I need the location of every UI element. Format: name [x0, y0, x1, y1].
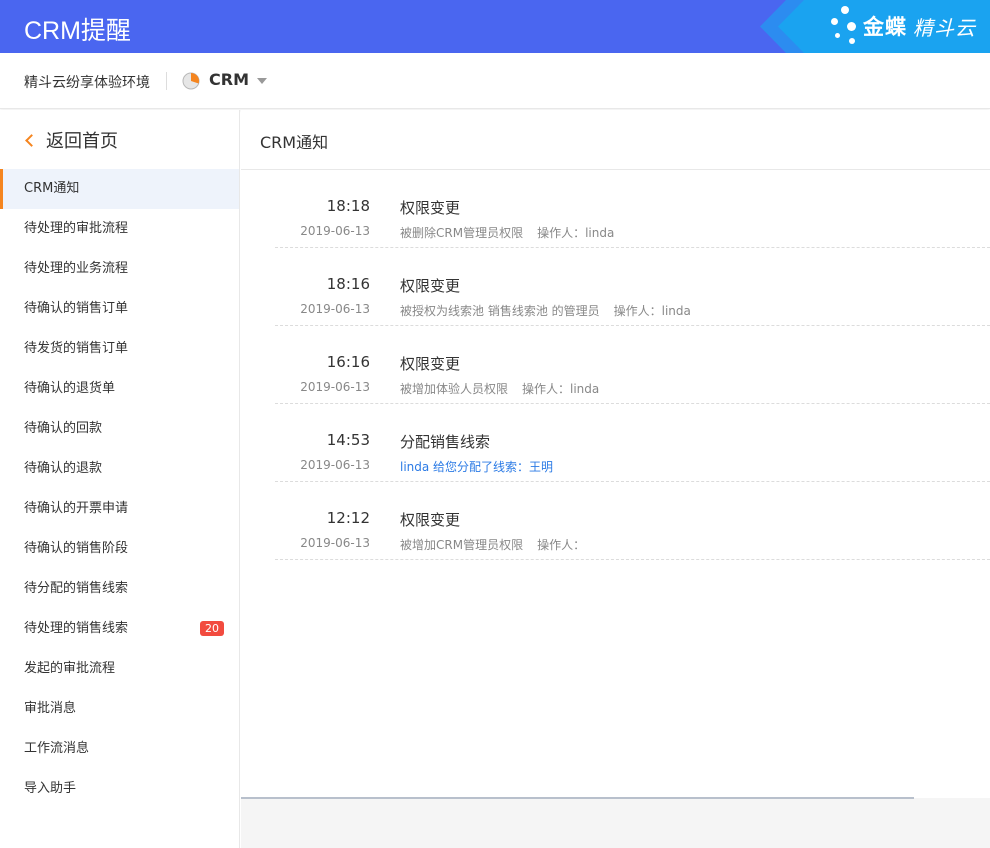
- sidebar-item-confirm-sales-stage[interactable]: 待确认的销售阶段: [0, 529, 239, 569]
- notification-date: 2019-06-13: [300, 458, 370, 472]
- brand-subname: 精斗云: [913, 15, 976, 40]
- notification-operator: 操作人：linda: [613, 304, 691, 318]
- notification-text: 被删除CRM管理员权限: [400, 226, 524, 240]
- notification-time: 12:12: [326, 509, 370, 527]
- notification-operator: 操作人：linda: [522, 382, 600, 396]
- notification-item[interactable]: 12:12 2019-06-13 权限变更 被增加CRM管理员权限 操作人：: [275, 482, 990, 560]
- back-home-link[interactable]: 返回首页: [24, 128, 118, 152]
- sidebar-item-pending-business[interactable]: 待处理的业务流程: [0, 249, 239, 289]
- notification-desc: 被删除CRM管理员权限 操作人：linda: [400, 224, 614, 241]
- sidebar: 返回首页 CRM通知 待处理的审批流程 待处理的业务流程 待确认的销售订单 待发…: [0, 110, 240, 848]
- sidebar-item-process-leads[interactable]: 待处理的销售线索 20: [0, 609, 239, 649]
- sidebar-item-confirm-invoice[interactable]: 待确认的开票申请: [0, 489, 239, 529]
- brand-dots-icon: [831, 6, 861, 46]
- sidebar-item-label: 审批消息: [24, 701, 77, 716]
- notification-date: 2019-06-13: [300, 536, 370, 550]
- sidebar-item-label: 待确认的销售订单: [24, 301, 129, 316]
- notification-item[interactable]: 14:53 2019-06-13 分配销售线索 linda 给您分配了线索：王明: [275, 404, 990, 482]
- sidebar-item-label: 待确认的退货单: [24, 381, 116, 396]
- notification-desc: 被增加CRM管理员权限 操作人：: [400, 536, 585, 553]
- notification-item[interactable]: 18:18 2019-06-13 权限变更 被删除CRM管理员权限 操作人：lin…: [275, 170, 990, 248]
- notification-time: 18:16: [326, 275, 370, 293]
- sidebar-item-confirm-sales-order[interactable]: 待确认的销售订单: [0, 289, 239, 329]
- main-header: CRM通知: [241, 110, 990, 170]
- sidebar-item-confirm-refund[interactable]: 待确认的退款: [0, 449, 239, 489]
- notification-text: 被增加CRM管理员权限: [400, 538, 524, 552]
- notification-item[interactable]: 18:16 2019-06-13 权限变更 被授权为线索池 销售线索池 的管理员…: [275, 248, 990, 326]
- sidebar-item-label: 待发货的销售订单: [24, 341, 129, 356]
- sidebar-item-label: 待确认的销售阶段: [24, 541, 129, 556]
- notification-link[interactable]: linda 给您分配了线索：王明: [400, 458, 553, 475]
- sidebar-item-confirm-return[interactable]: 待确认的退货单: [0, 369, 239, 409]
- notification-operator: 操作人：linda: [537, 226, 615, 240]
- notification-title: 分配销售线索: [400, 433, 491, 451]
- sidebar-item-initiated-approval[interactable]: 发起的审批流程: [0, 649, 239, 689]
- sidebar-item-ship-sales-order[interactable]: 待发货的销售订单: [0, 329, 239, 369]
- notification-text: linda 给您分配了线索：王明: [400, 460, 554, 474]
- brand-name: 金蝶: [863, 15, 907, 39]
- notification-text: 被增加体验人员权限: [400, 382, 509, 396]
- sidebar-item-pending-approval[interactable]: 待处理的审批流程: [0, 209, 239, 249]
- sidebar-item-label: 待处理的销售线索: [24, 621, 129, 636]
- notification-desc: 被授权为线索池 销售线索池 的管理员 操作人：linda: [400, 302, 691, 319]
- sidebar-item-label: 工作流消息: [24, 741, 90, 756]
- notification-list: 18:18 2019-06-13 权限变更 被删除CRM管理员权限 操作人：lin…: [275, 170, 990, 560]
- sidebar-item-label: 待分配的销售线索: [24, 581, 129, 596]
- sidebar-item-label: CRM通知: [24, 181, 80, 196]
- sidebar-item-label: 发起的审批流程: [24, 661, 116, 676]
- sidebar-item-assign-leads[interactable]: 待分配的销售线索: [0, 569, 239, 609]
- sidebar-item-label: 待处理的业务流程: [24, 261, 129, 276]
- sidebar-item-import-assistant[interactable]: 导入助手: [0, 769, 239, 809]
- brand-logo[interactable]: 金蝶 精斗云: [831, 6, 976, 46]
- environment-name[interactable]: 精斗云纷享体验环境: [24, 72, 150, 92]
- app-switcher-label[interactable]: CRM: [209, 70, 249, 89]
- notification-title: 权限变更: [400, 277, 461, 295]
- chevron-down-icon[interactable]: [257, 78, 267, 84]
- sidebar-nav: CRM通知 待处理的审批流程 待处理的业务流程 待确认的销售订单 待发货的销售订…: [0, 169, 239, 809]
- sidebar-item-workflow-messages[interactable]: 工作流消息: [0, 729, 239, 769]
- sidebar-item-confirm-payment[interactable]: 待确认的回款: [0, 409, 239, 449]
- count-badge: 20: [200, 621, 224, 636]
- back-home-label: 返回首页: [46, 131, 118, 152]
- notification-time: 14:53: [326, 431, 370, 449]
- notification-date: 2019-06-13: [300, 224, 370, 238]
- notification-date: 2019-06-13: [300, 302, 370, 316]
- notification-text: 被授权为线索池 销售线索池 的管理员: [400, 304, 600, 318]
- notification-date: 2019-06-13: [300, 380, 370, 394]
- sidebar-item-approval-messages[interactable]: 审批消息: [0, 689, 239, 729]
- notification-title: 权限变更: [400, 511, 461, 529]
- sidebar-item-label: 待处理的审批流程: [24, 221, 129, 236]
- divider: [166, 72, 167, 90]
- sidebar-item-label: 待确认的回款: [24, 421, 103, 436]
- notification-item[interactable]: 16:16 2019-06-13 权限变更 被增加体验人员权限 操作人：linda: [275, 326, 990, 404]
- notification-title: 权限变更: [400, 199, 461, 217]
- notification-desc: 被增加体验人员权限 操作人：linda: [400, 380, 599, 397]
- notification-operator: 操作人：: [537, 538, 586, 552]
- sidebar-item-crm-notice[interactable]: CRM通知: [0, 169, 239, 209]
- pie-chart-icon: [182, 72, 200, 90]
- top-banner: CRM提醒 金蝶 精斗云: [0, 0, 990, 53]
- sub-header: 精斗云纷享体验环境 CRM: [0, 53, 990, 109]
- sidebar-item-label: 导入助手: [24, 781, 77, 796]
- chevron-left-icon: [25, 133, 38, 147]
- page-title: CRM提醒: [24, 17, 131, 45]
- sidebar-item-label: 待确认的退款: [24, 461, 103, 476]
- bottom-area: [241, 798, 990, 848]
- section-title: CRM通知: [260, 133, 329, 152]
- sidebar-item-label: 待确认的开票申请: [24, 501, 129, 516]
- notification-time: 16:16: [326, 353, 370, 371]
- notification-time: 18:18: [326, 197, 370, 215]
- horizontal-scrollbar[interactable]: [241, 797, 914, 799]
- notification-title: 权限变更: [400, 355, 461, 373]
